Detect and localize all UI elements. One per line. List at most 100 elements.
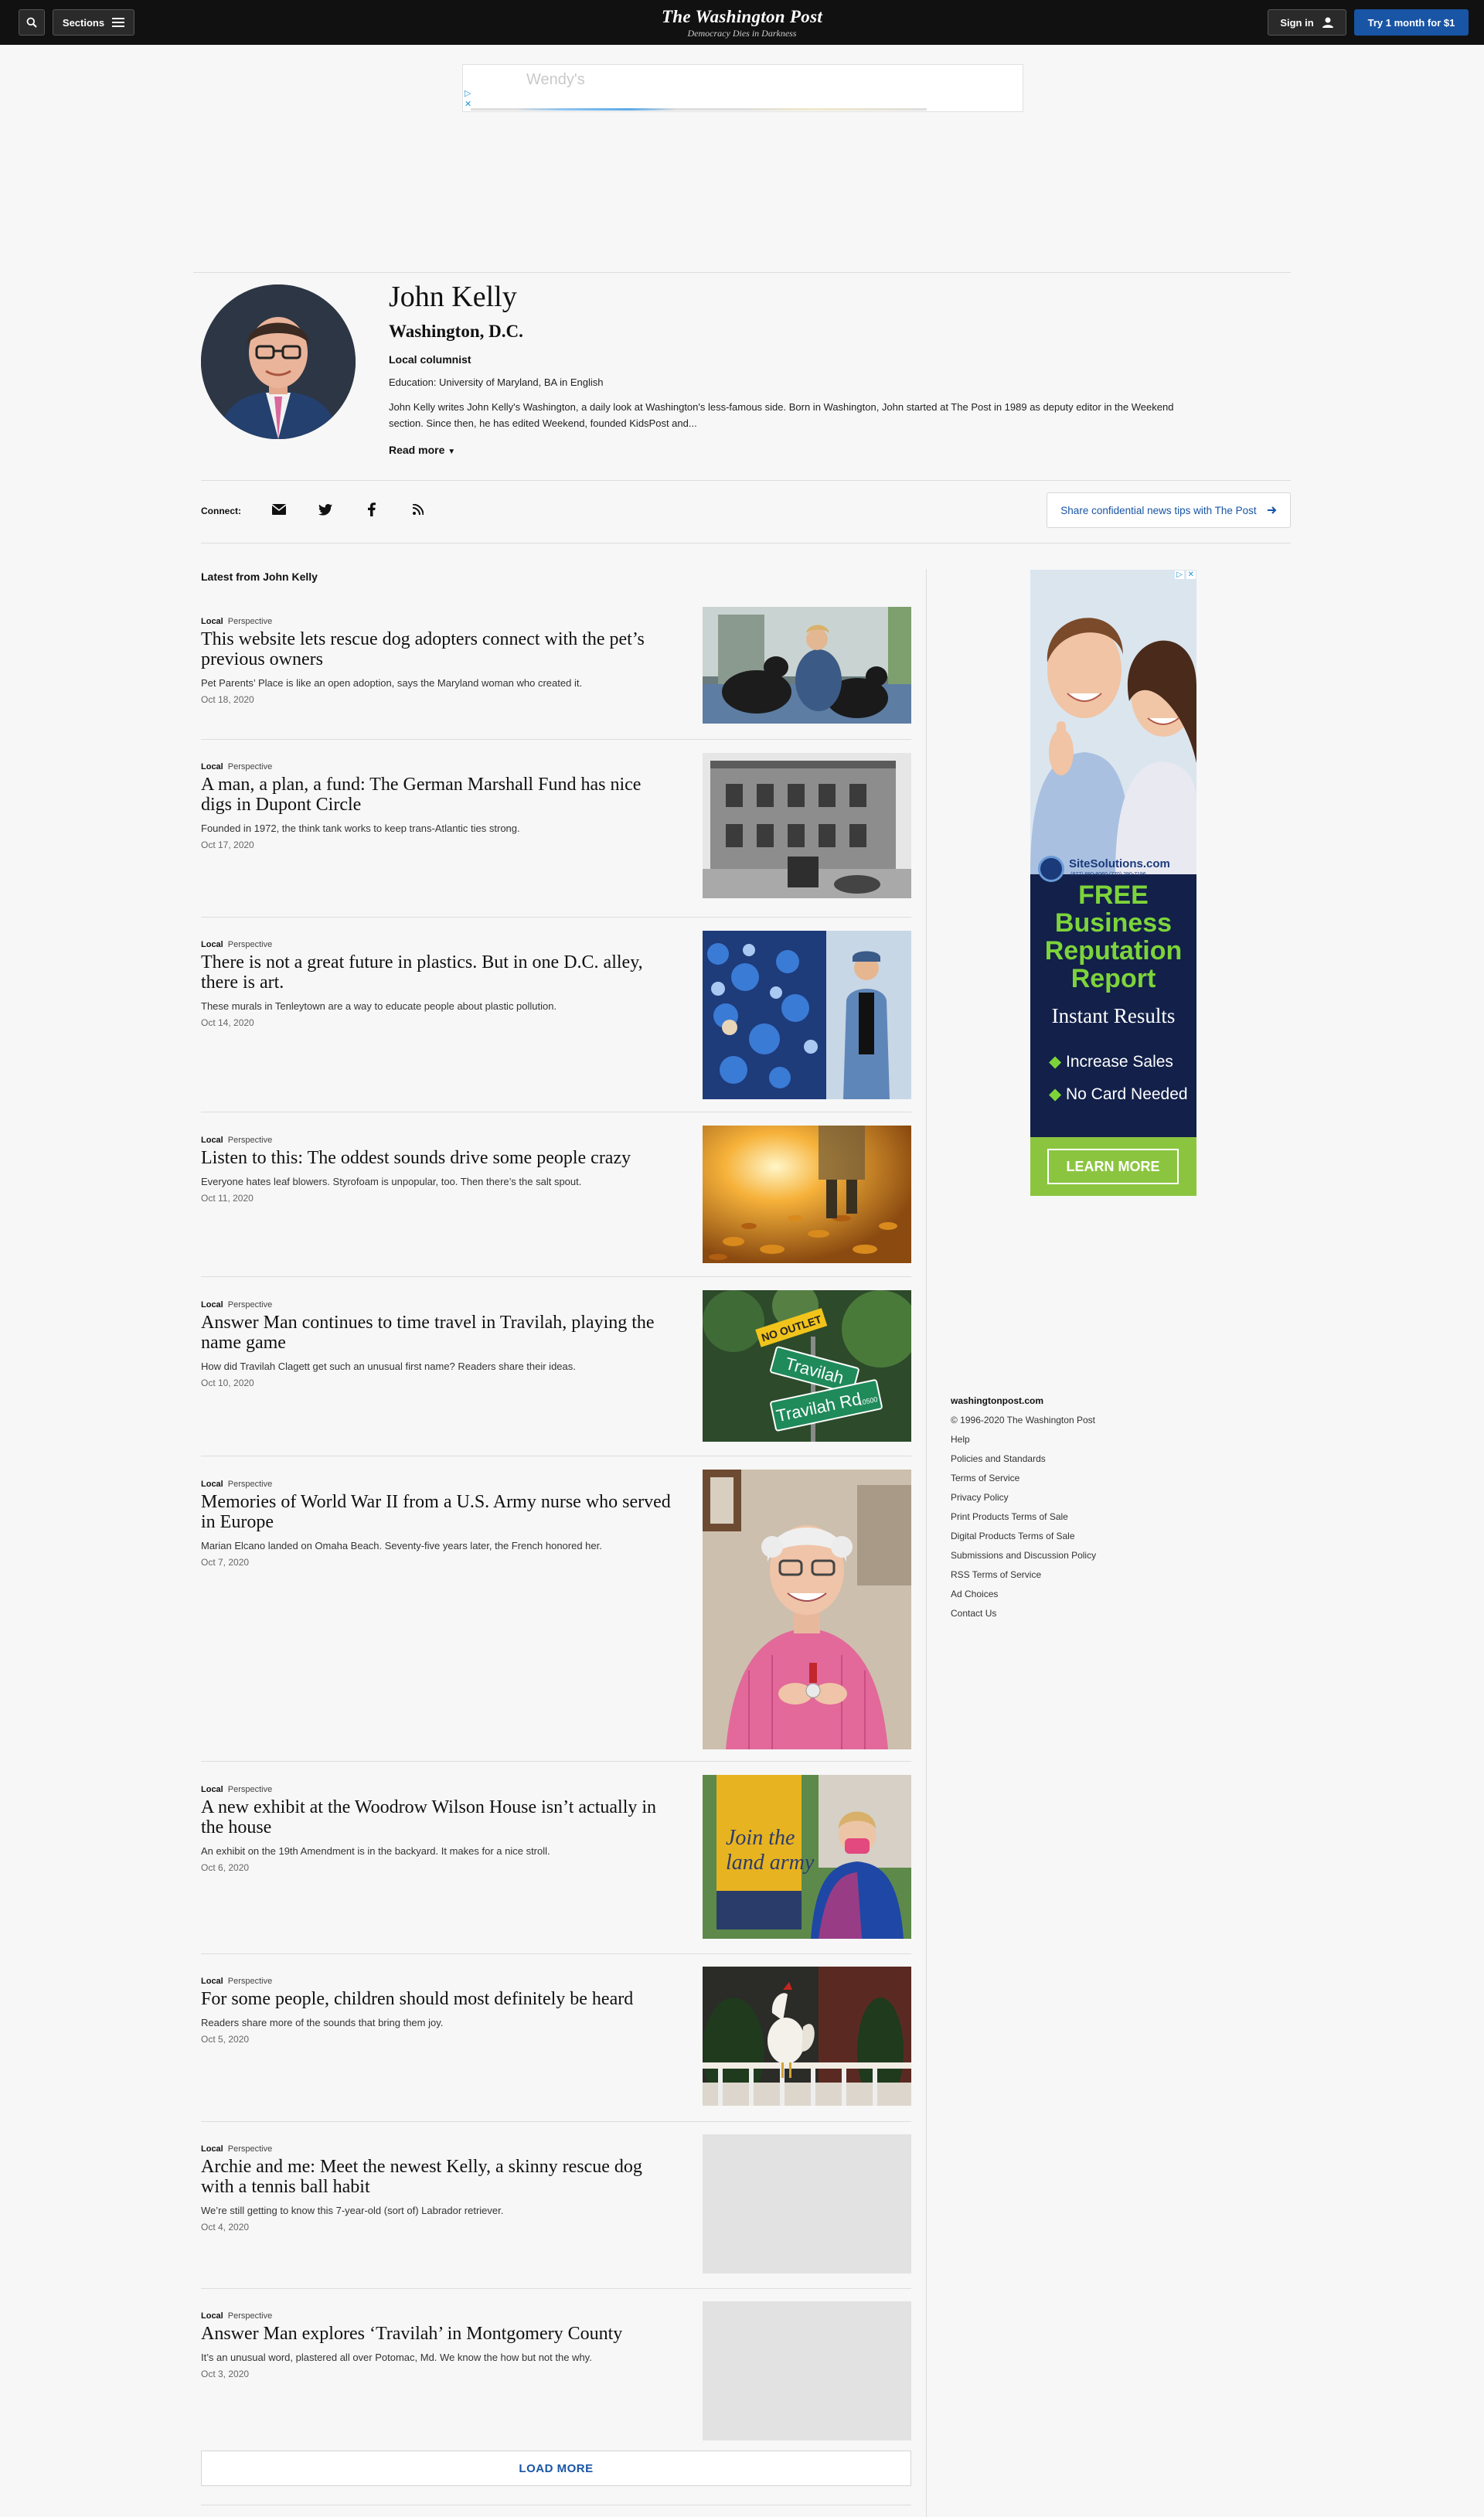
- divider: [201, 480, 1291, 481]
- article-title[interactable]: Listen to this: The oddest sounds drive …: [201, 1148, 672, 1168]
- footer-link-submissions[interactable]: Submissions and Discussion Policy: [951, 1546, 1152, 1565]
- user-icon: [1322, 17, 1333, 28]
- perspective-label: Perspective: [227, 2311, 273, 2321]
- article-title[interactable]: Answer Man continues to time travel in T…: [201, 1313, 672, 1353]
- ad-phone: (877) 880-8060 (770) 290-7196: [1070, 872, 1146, 877]
- footer-site-name[interactable]: washingtonpost.com: [951, 1391, 1152, 1411]
- article-blurb: An exhibit on the 19th Amendment is in t…: [201, 1845, 550, 1857]
- article-card[interactable]: Local Perspective A man, a plan, a fund: …: [201, 753, 911, 898]
- article-thumbnail[interactable]: [703, 607, 911, 724]
- ad-close-icon[interactable]: ✕: [1186, 570, 1196, 579]
- article-title[interactable]: Archie and me: Meet the newest Kelly, a …: [201, 2157, 672, 2197]
- article-thumbnail[interactable]: [703, 753, 911, 898]
- author-role: Local columnist: [389, 353, 471, 366]
- article-card[interactable]: Local Perspective For some people, childr…: [201, 1967, 911, 2108]
- news-tips-button[interactable]: Share confidential news tips with The Po…: [1047, 492, 1291, 528]
- column-divider: [926, 569, 927, 2517]
- diamond-icon: ◆: [1049, 1085, 1062, 1103]
- section-label[interactable]: Local: [201, 1480, 223, 1489]
- footer-link-help[interactable]: Help: [951, 1430, 1152, 1449]
- article-thumbnail-placeholder[interactable]: [703, 2134, 911, 2273]
- article-separator: [201, 1276, 911, 1277]
- ad-blue-panel: SiteSolutions.com (877) 880-8060 (770) 2…: [1030, 856, 1196, 1170]
- footer-link-rss[interactable]: RSS Terms of Service: [951, 1565, 1152, 1585]
- rss-icon[interactable]: [410, 501, 427, 518]
- article-blurb: It’s an unusual word, plastered all over…: [201, 2352, 592, 2363]
- ad-brand-icon: [1038, 856, 1064, 882]
- article-title[interactable]: This website lets rescue dog adopters co…: [201, 629, 672, 669]
- top-advertisement[interactable]: Wendy's ▷ ✕: [462, 64, 1023, 112]
- perspective-label: Perspective: [227, 1977, 273, 1986]
- article-thumbnail[interactable]: [703, 1967, 911, 2106]
- footer-link-contact[interactable]: Contact Us: [951, 1604, 1152, 1623]
- article-thumbnail[interactable]: [703, 931, 911, 1099]
- caret-down-icon: ▼: [448, 448, 456, 456]
- sign-in-label: Sign in: [1280, 16, 1314, 29]
- latest-heading: Latest from John Kelly: [201, 570, 318, 583]
- article-title[interactable]: A man, a plan, a fund: The German Marsha…: [201, 775, 672, 815]
- article-title[interactable]: Memories of World War II from a U.S. Arm…: [201, 1492, 672, 1532]
- footer-link-ad-choices[interactable]: Ad Choices: [951, 1585, 1152, 1604]
- load-more-button[interactable]: LOAD MORE: [201, 2451, 911, 2486]
- facebook-icon[interactable]: [363, 501, 380, 518]
- subscribe-button[interactable]: Try 1 month for $1: [1354, 9, 1469, 36]
- section-label[interactable]: Local: [201, 1785, 223, 1794]
- article-title[interactable]: A new exhibit at the Woodrow Wilson Hous…: [201, 1797, 672, 1838]
- article-blurb: Readers share more of the sounds that br…: [201, 2017, 444, 2028]
- adchoices-icon[interactable]: ▷: [1175, 570, 1184, 579]
- footer-link-digital-terms[interactable]: Digital Products Terms of Sale: [951, 1527, 1152, 1546]
- author-avatar: [201, 284, 356, 439]
- read-more-button[interactable]: Read more ▼: [389, 444, 455, 456]
- ad-line1: FREE: [1078, 880, 1149, 910]
- footer-link-print-terms[interactable]: Print Products Terms of Sale: [951, 1507, 1152, 1527]
- article-title[interactable]: For some people, children should most de…: [201, 1989, 672, 2009]
- article-thumbnail[interactable]: NO OUTLET Travilah Travilah Rd 10500: [703, 1290, 911, 1442]
- footer-link-privacy[interactable]: Privacy Policy: [951, 1488, 1152, 1507]
- brand-logo[interactable]: The Washington Post Democracy Dies in Da…: [0, 7, 1484, 39]
- article-thumbnail[interactable]: [703, 1470, 911, 1749]
- adchoices-icon[interactable]: ▷: [465, 88, 471, 98]
- twitter-icon[interactable]: [317, 501, 334, 518]
- article-blurb: Marian Elcano landed on Omaha Beach. Sev…: [201, 1540, 602, 1551]
- email-icon[interactable]: [271, 501, 288, 518]
- sidebar-advertisement[interactable]: SiteSolutions.com (877) 880-8060 (770) 2…: [1030, 570, 1196, 1196]
- article-card[interactable]: Local Perspective This website lets rescu…: [201, 607, 911, 725]
- arrow-right-icon: [1267, 506, 1277, 514]
- section-label[interactable]: Local: [201, 1136, 223, 1145]
- section-label[interactable]: Local: [201, 1300, 223, 1310]
- section-label[interactable]: Local: [201, 1977, 223, 1986]
- section-label[interactable]: Local: [201, 2311, 223, 2321]
- ad-bullet2: ◆ No Card Needed: [1049, 1085, 1188, 1104]
- brand-tagline: Democracy Dies in Darkness: [687, 28, 797, 39]
- ad-line2: Business: [1054, 908, 1173, 938]
- article-title[interactable]: Answer Man explores ‘Travilah’ in Montgo…: [201, 2324, 672, 2344]
- article-card[interactable]: Local Perspective Memories of World War I…: [201, 1470, 911, 1750]
- article-card[interactable]: Local Perspective Listen to this: The odd…: [201, 1126, 911, 1263]
- ad-line5: Instant Results: [1051, 1004, 1176, 1027]
- article-card[interactable]: Local Perspective There is not a great fu…: [201, 931, 911, 1099]
- perspective-label: Perspective: [227, 940, 273, 949]
- sign-in-button[interactable]: Sign in: [1268, 9, 1346, 36]
- section-label[interactable]: Local: [201, 617, 223, 626]
- read-more-label: Read more: [389, 444, 445, 456]
- article-thumbnail-placeholder[interactable]: [703, 2301, 911, 2440]
- article-card[interactable]: Local Perspective Archie and me: Meet the…: [201, 2134, 911, 2284]
- article-thumbnail[interactable]: Join the land army: [703, 1775, 911, 1939]
- learn-more-button[interactable]: LEARN MORE: [1047, 1149, 1179, 1184]
- section-label[interactable]: Local: [201, 940, 223, 949]
- article-blurb: We’re still getting to know this 7-year-…: [201, 2205, 504, 2216]
- article-card[interactable]: Local Perspective Answer Man continues to…: [201, 1290, 911, 1442]
- section-label[interactable]: Local: [201, 762, 223, 771]
- section-label[interactable]: Local: [201, 2144, 223, 2154]
- footer-link-policies[interactable]: Policies and Standards: [951, 1449, 1152, 1469]
- author-name: John Kelly: [389, 281, 517, 313]
- article-title[interactable]: There is not a great future in plastics.…: [201, 952, 672, 993]
- article-thumbnail[interactable]: [703, 1126, 911, 1263]
- article-separator: [201, 2121, 911, 2122]
- article-card[interactable]: Local Perspective Answer Man explores ‘Tr…: [201, 2301, 911, 2451]
- article-card[interactable]: Local Perspective A new exhibit at the Wo…: [201, 1775, 911, 1955]
- author-location: Washington, D.C.: [389, 322, 523, 341]
- banner-text-line1: Join the: [726, 1826, 795, 1850]
- ad-brand-text: Wendy's: [526, 71, 585, 88]
- footer-link-terms[interactable]: Terms of Service: [951, 1469, 1152, 1488]
